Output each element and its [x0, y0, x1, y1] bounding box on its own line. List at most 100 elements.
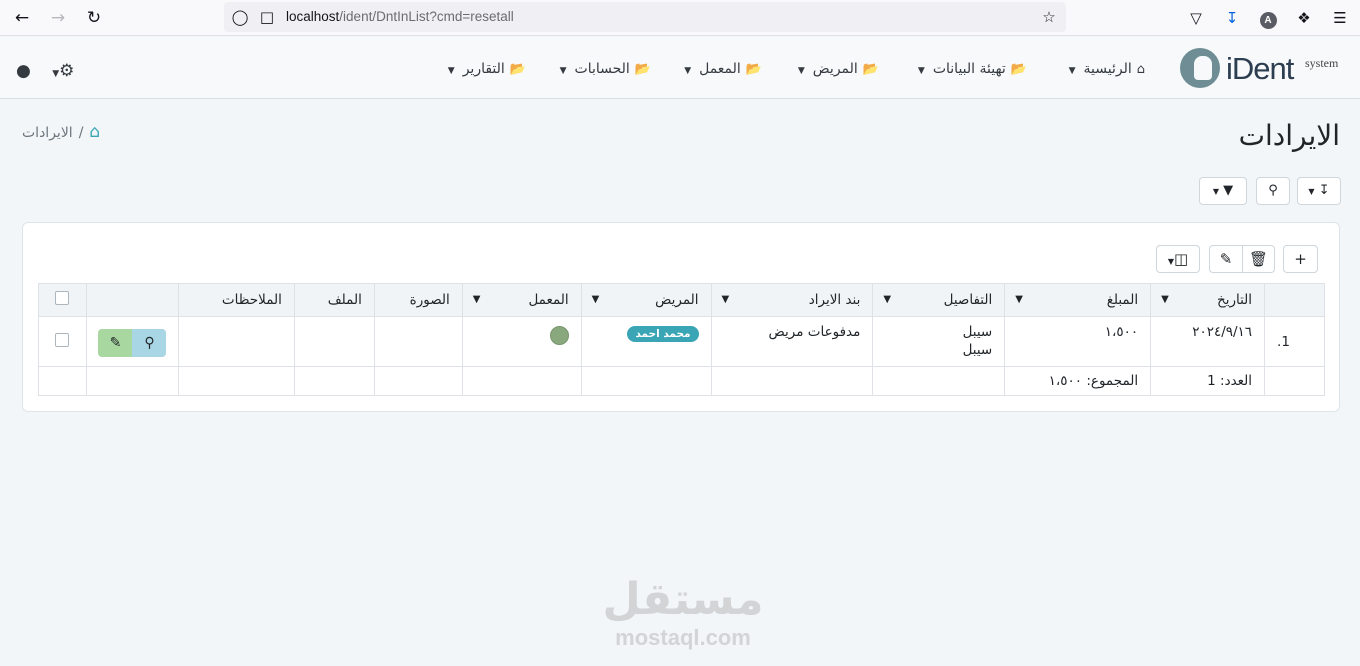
user-icon[interactable]: ●: [16, 61, 31, 81]
forward-icon[interactable]: →: [46, 6, 70, 30]
header-file[interactable]: الملف: [293, 283, 375, 317]
filter-dropdown-button[interactable]: ▼ ▼: [1199, 177, 1247, 205]
download-icon[interactable]: ↧: [1220, 6, 1244, 30]
header-details[interactable]: التفاصيل ▼: [872, 283, 1006, 317]
header-details-label: التفاصيل: [943, 292, 993, 308]
header-lab[interactable]: المعمل ▼: [461, 283, 582, 317]
watermark-latin: mostaql.com: [615, 625, 751, 650]
count-label: العدد:: [1220, 373, 1253, 389]
ident-logo[interactable]: iDent system: [1178, 45, 1348, 93]
edit-button[interactable]: ✎: [1210, 246, 1242, 272]
extensions-icon[interactable]: ❖: [1292, 6, 1316, 30]
folder-open-icon: 📂: [1010, 62, 1027, 77]
menu-icon[interactable]: ☰: [1328, 6, 1352, 30]
account-avatar[interactable]: A: [1256, 6, 1280, 30]
page-icon: □: [259, 8, 275, 26]
nav-home-label: الرئيسية: [1083, 61, 1132, 77]
header-patient[interactable]: المريض ▼: [580, 283, 712, 317]
header-patient-label: المريض: [655, 292, 699, 308]
app-navbar: iDent system ⌂ الرئيسية ▼ 📂 تهيئة البيانات ▼…: [0, 37, 1360, 99]
table-row[interactable]: 1. ٢٠٢٤/٩/١٦ ١،٥٠٠ سيبل سيبل مدفوعات مريض…: [38, 316, 1325, 367]
header-notes[interactable]: الملاحظات: [177, 283, 295, 317]
reload-icon[interactable]: ↻: [82, 6, 106, 30]
add-button[interactable]: +: [1283, 245, 1318, 273]
cell-notes: [177, 316, 295, 367]
nav-home[interactable]: ⌂ الرئيسية ▼: [1069, 61, 1145, 81]
nav-data-setup[interactable]: 📂 تهيئة البيانات ▼: [918, 61, 1027, 81]
cell-actions: ✎ ⚲: [85, 316, 179, 367]
patient-badge[interactable]: محمد احمد: [627, 326, 699, 342]
chevron-down-icon: ▼: [1068, 66, 1076, 76]
home-icon: ⌂: [1136, 62, 1145, 77]
header-file-label: الملف: [327, 292, 362, 308]
delete-button[interactable]: 🗑: [1242, 246, 1274, 272]
address-bar[interactable]: ◯ □ localhost/ident/DntInList?cmd=reseta…: [224, 2, 1066, 32]
shield-icon[interactable]: ◯: [230, 7, 250, 27]
home-icon[interactable]: ⌂: [89, 122, 100, 142]
cell-details: سيبل سيبل: [872, 316, 1006, 367]
url-text[interactable]: localhost/ident/DntInList?cmd=resetall: [286, 9, 514, 24]
income-table: التاريخ ▼ المبلغ ▼ التفاصيل ▼ بند الايراد ▼ …: [38, 283, 1325, 396]
nav-reports[interactable]: 📂 التقارير ▼: [448, 61, 526, 81]
search-button[interactable]: ⚲: [1256, 177, 1290, 205]
export-dropdown-button[interactable]: ▼ ↧: [1297, 177, 1341, 205]
folder-open-icon: 📂: [634, 62, 651, 77]
gear-icon: ⚙: [59, 61, 75, 81]
footer-empty: [85, 366, 179, 396]
footer-empty: [177, 366, 295, 396]
cell-select: [38, 316, 87, 367]
header-select-all: [38, 283, 87, 317]
nav-patient[interactable]: 📂 المريض ▼: [798, 61, 879, 81]
edit-delete-group: ✎ 🗑: [1209, 245, 1275, 273]
pocket-icon[interactable]: ▽: [1184, 6, 1208, 30]
filter-icon[interactable]: ▼: [1015, 294, 1023, 305]
trash-icon: 🗑: [1248, 250, 1269, 268]
settings-dropdown[interactable]: ▼⚙: [52, 61, 74, 81]
count-value: 1: [1207, 373, 1216, 389]
watermark-arabic: مستقل: [602, 574, 764, 625]
lab-status-dot: [549, 326, 569, 345]
cell-amount: ١،٥٠٠: [1004, 316, 1152, 367]
header-item[interactable]: بند الايراد ▼: [710, 283, 874, 317]
url-host: localhost: [286, 9, 340, 24]
header-image-label: الصورة: [409, 292, 450, 308]
filter-icon[interactable]: ▼: [592, 294, 600, 305]
back-icon[interactable]: ←: [10, 6, 34, 30]
filter-icon[interactable]: ▼: [473, 294, 481, 305]
url-path: /ident/DntInList?cmd=resetall: [339, 9, 514, 24]
folder-open-icon: 📂: [745, 62, 762, 77]
watermark: مستقل mostaql.com: [598, 575, 768, 651]
select-all-checkbox[interactable]: [55, 291, 70, 305]
caret-down-icon: ▼: [1212, 187, 1219, 196]
header-amount[interactable]: المبلغ ▼: [1004, 283, 1152, 317]
chevron-down-icon: ▼: [447, 66, 455, 76]
nav-accounts[interactable]: 📂 الحسابات ▼: [560, 61, 651, 81]
bookmark-star-icon[interactable]: ☆: [1039, 7, 1059, 27]
footer-empty: [580, 366, 712, 396]
row-checkbox[interactable]: [55, 332, 70, 347]
nav-lab-label: المعمل: [699, 61, 741, 77]
pencil-icon: ✎: [1219, 250, 1233, 268]
footer-empty: [293, 366, 375, 396]
footer-sum: المجموع: ١،٥٠٠: [1004, 366, 1152, 396]
nav-accounts-label: الحسابات: [574, 61, 630, 77]
header-date[interactable]: التاريخ ▼: [1150, 283, 1266, 317]
row-view-button[interactable]: ⚲: [132, 328, 167, 357]
filter-icon[interactable]: ▼: [1161, 294, 1169, 305]
logo-text: iDent: [1226, 51, 1294, 86]
row-edit-button[interactable]: ✎: [98, 328, 133, 357]
filter-icon[interactable]: ▼: [883, 294, 891, 305]
nav-patient-label: المريض: [812, 61, 858, 77]
chevron-down-icon: ▼: [797, 66, 805, 76]
nav-lab[interactable]: 📂 المعمل ▼: [684, 61, 762, 81]
filter-icon[interactable]: ▼: [722, 294, 730, 305]
cell-image: [373, 316, 463, 367]
table-header-row: التاريخ ▼ المبلغ ▼ التفاصيل ▼ بند الايراد ▼ …: [38, 283, 1325, 317]
chevron-down-icon: ▼: [917, 66, 925, 76]
details-line: سيبل: [962, 342, 993, 358]
nav-data-setup-label: تهيئة البيانات: [932, 61, 1006, 77]
caret-down-icon: ▼: [1308, 187, 1315, 196]
footer-empty: [38, 366, 87, 396]
columns-dropdown-button[interactable]: ▼◫: [1156, 245, 1200, 273]
header-image[interactable]: الصورة: [373, 283, 463, 317]
